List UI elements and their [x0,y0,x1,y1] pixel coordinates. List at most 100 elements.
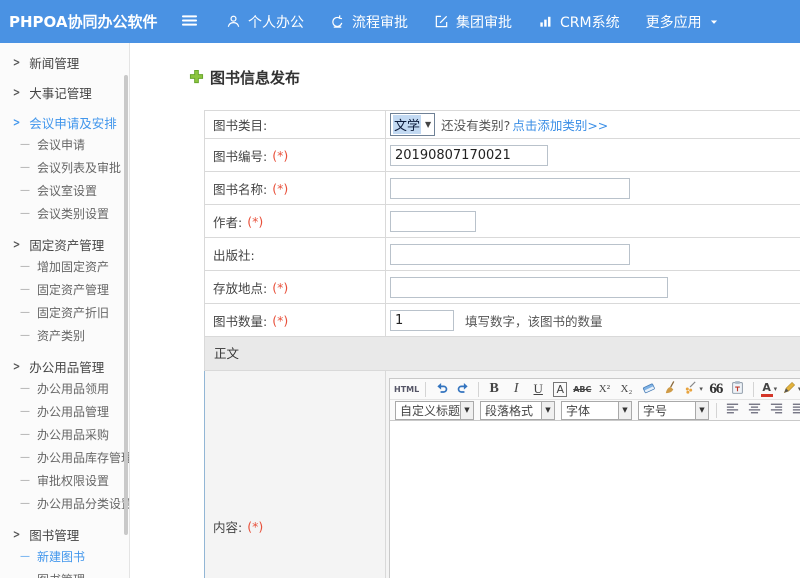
sidebar-item-label: 资产类别 [37,327,85,344]
clear-format-icon[interactable] [660,380,680,399]
bar-chart-icon [538,14,553,29]
sidebar-item[interactable]: —固定资产管理 [0,278,129,301]
align-center-button[interactable] [744,401,764,420]
form-row-book-number: 图书编号:(*) [204,139,800,172]
field-input-book-name[interactable] [390,178,630,199]
sidebar-item[interactable]: —办公用品管理 [0,400,129,423]
sidebar-item[interactable]: —会议申请 [0,133,129,156]
font-size-dropdown[interactable]: 字号▼ [638,401,709,420]
sidebar-item-label: 会议室设置 [37,182,97,199]
caret-down-icon: ▼ [695,402,708,419]
sidebar-group[interactable]: >固定资产管理 [0,233,129,255]
dash-icon: — [20,139,30,150]
app-window: PHPOA协同办公软件 个人办公流程审批集团审批CRM系统更多应用 >新闻管理>… [0,0,800,578]
dash-icon: — [20,475,30,486]
sidebar-group[interactable]: >大事记管理 [0,81,129,103]
form-row-location: 存放地点:(*) [204,271,800,304]
button-glyph: X₂ [621,383,633,395]
format-painter-icon[interactable]: ▾ [682,380,704,399]
font-color-button[interactable]: A▾ [759,380,779,399]
field-input-book-number[interactable] [390,145,548,166]
sidebar-item[interactable]: —办公用品采购 [0,423,129,446]
underline-button[interactable]: U [528,380,548,399]
sidebar-item[interactable]: —增加固定资产 [0,255,129,278]
sidebar-item[interactable]: —固定资产折旧 [0,301,129,324]
sidebar-item[interactable]: —办公用品分类设置 [0,492,129,515]
field-label-book-name: 图书名称:(*) [205,172,386,204]
sidebar-item-label: 办公用品库存管理 [37,449,130,466]
editor-content-area[interactable] [390,421,800,578]
sidebar-item[interactable]: —办公用品领用 [0,377,129,400]
field-input-quantity[interactable] [390,310,454,331]
chevron-right-icon: > [13,85,20,99]
button-glyph: A [553,382,567,397]
field-label-text: 图书名称: [213,179,267,198]
eraser-icon[interactable] [638,380,658,399]
undo-icon[interactable] [431,380,451,399]
sidebar-item[interactable]: —会议列表及审批 [0,156,129,179]
toolbar-separator [716,403,717,418]
field-value-publisher [386,238,800,270]
source-code-button[interactable]: HTML [393,380,420,399]
sidebar-item[interactable]: —会议室设置 [0,179,129,202]
caret-down-icon: ▼ [425,120,431,129]
field-input-location[interactable] [390,277,668,298]
font-family-dropdown[interactable]: 字体▼ [561,401,632,420]
field-input-author[interactable] [390,211,476,232]
paragraph-format-dropdown[interactable]: 段落格式▼ [480,401,555,420]
field-input-publisher[interactable] [390,244,630,265]
redo-icon [456,380,471,398]
sidebar-group-label: 图书管理 [29,525,79,544]
sidebar-group[interactable]: >新闻管理 [0,51,129,73]
sidebar-item[interactable]: —审批权限设置 [0,469,129,492]
caret-down-icon [709,17,719,27]
field-value-location [386,271,800,303]
sidebar-item-label: 新建图书 [37,548,85,565]
nav-item-label: 流程审批 [352,12,408,32]
nav-item-label: 更多应用 [646,12,702,32]
nav-item-1[interactable]: 个人办公 [226,12,304,32]
sidebar-group[interactable]: >图书管理 [0,523,129,545]
align-left-button[interactable] [722,401,742,420]
sidebar-item-label: 办公用品采购 [37,426,109,443]
nav-item-4[interactable]: CRM系统 [538,12,620,32]
caret-down-icon: ▾ [774,385,778,393]
sidebar-item[interactable]: —新建图书 [0,545,129,568]
blockquote-button[interactable]: 66 [706,380,726,399]
sidebar-item[interactable]: —图书管理 [0,568,129,578]
field-label-author: 作者:(*) [205,205,386,237]
superscript-button[interactable]: X² [594,380,614,399]
sidebar-item[interactable]: —会议类别设置 [0,202,129,225]
sidebar-item-label: 图书管理 [37,571,85,578]
category-select-value: 文学 [393,115,421,134]
align-justify-button[interactable] [788,401,800,420]
strikethrough-button[interactable]: ABC [572,380,592,399]
bold-button[interactable]: B [484,380,504,399]
align-center-icon [747,401,762,419]
paste-text-icon[interactable] [728,380,748,399]
hamburger-menu-button[interactable] [178,11,200,33]
required-mark: (*) [247,519,263,534]
nav-item-5[interactable]: 更多应用 [646,12,719,32]
italic-button[interactable]: I [506,380,526,399]
add-category-link[interactable]: 点击添加类别>> [512,115,608,134]
font-border-button[interactable]: A [550,380,570,399]
nav-item-3[interactable]: 集团审批 [434,12,512,32]
category-select[interactable]: 文学 ▼ [390,113,435,136]
book-form: 图书类目:文学▼还没有类别?点击添加类别>>图书编号:(*)图书名称:(*)作者… [204,110,800,578]
subscript-button[interactable]: X₂ [616,380,636,399]
nav-item-label: CRM系统 [560,12,620,32]
sidebar-group[interactable]: >办公用品管理 [0,355,129,377]
redo-icon[interactable] [453,380,473,399]
sidebar-item[interactable]: — 办公用品库存管理 [0,446,129,469]
nav-item-2[interactable]: 流程审批 [330,12,408,32]
dropdown-label: 段落格式 [481,402,541,419]
sidebar-group[interactable]: >会议申请及安排 [0,111,129,133]
sidebar-scrollbar[interactable] [124,75,128,535]
align-justify-icon [791,401,800,419]
dash-icon: — [20,452,30,463]
sidebar-item[interactable]: —资产类别 [0,324,129,347]
heading-dropdown[interactable]: 自定义标题▼ [395,401,474,420]
highlight-pen-icon[interactable]: ▾ [781,380,800,399]
align-right-button[interactable] [766,401,786,420]
